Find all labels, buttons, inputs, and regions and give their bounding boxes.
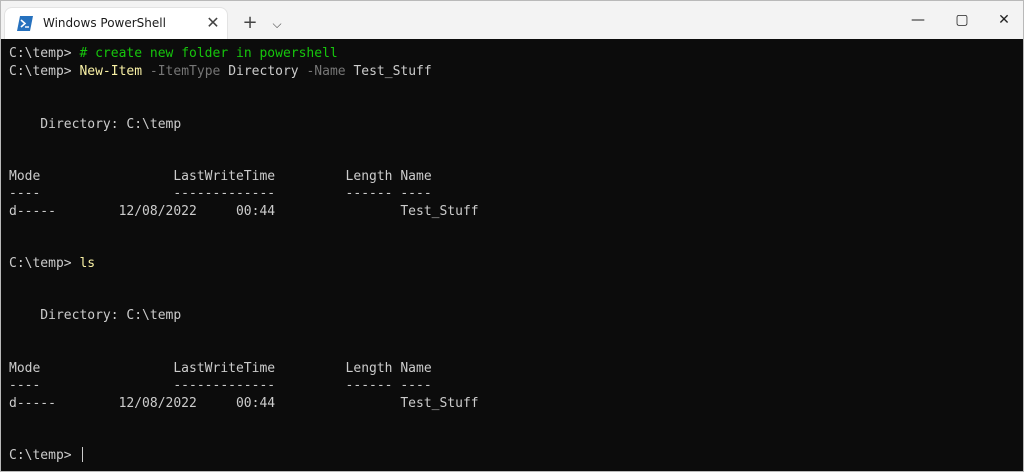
tab-dropdown-icon[interactable]: ⌵ bbox=[267, 13, 287, 35]
column-headers: Mode LastWriteTime Length Name bbox=[9, 361, 432, 376]
directory-header: Directory: C:\temp bbox=[9, 308, 182, 323]
column-separators: ---- ------------- ------ ---- bbox=[9, 186, 432, 201]
title-bar[interactable]: Windows PowerShell ✕ + ⌵ — ▢ ✕ bbox=[1, 1, 1023, 39]
comment-text: # create new folder in powershell bbox=[79, 46, 338, 61]
directory-header: Directory: C:\temp bbox=[9, 117, 182, 132]
new-tab-button[interactable]: + bbox=[239, 13, 261, 35]
terminal-line: C:\temp> ls bbox=[9, 255, 95, 272]
close-button[interactable]: ✕ bbox=[981, 1, 1023, 39]
powershell-window: Windows PowerShell ✕ + ⌵ — ▢ ✕ C:\temp> … bbox=[0, 0, 1024, 472]
argument-text: Test_Stuff bbox=[353, 64, 432, 79]
argument-text: Directory bbox=[228, 64, 299, 79]
column-headers: Mode LastWriteTime Length Name bbox=[9, 169, 432, 184]
directory-row: d----- 12/08/2022 00:44 Test_Stuff bbox=[9, 396, 479, 411]
prompt: C:\temp> bbox=[9, 448, 72, 463]
maximize-button[interactable]: ▢ bbox=[939, 1, 985, 39]
terminal-line: C:\temp> New-Item -ItemType Directory -N… bbox=[9, 63, 432, 80]
terminal-line: C:\temp> bbox=[9, 447, 84, 464]
tab-windows-powershell[interactable]: Windows PowerShell ✕ bbox=[5, 8, 227, 39]
prompt: C:\temp> bbox=[9, 256, 72, 271]
text-cursor bbox=[82, 447, 84, 462]
tab-title: Windows PowerShell bbox=[43, 16, 166, 30]
command-text: New-Item bbox=[79, 64, 143, 79]
terminal-output[interactable]: C:\temp> # create new folder in powershe… bbox=[1, 39, 1023, 471]
directory-row: d----- 12/08/2022 00:44 Test_Stuff bbox=[9, 204, 479, 219]
powershell-icon bbox=[17, 16, 33, 31]
parameter-text: -ItemType bbox=[149, 64, 221, 79]
column-separators: ---- ------------- ------ ---- bbox=[9, 378, 432, 393]
tab-close-icon[interactable]: ✕ bbox=[204, 14, 222, 32]
command-text: ls bbox=[79, 256, 96, 271]
parameter-text: -Name bbox=[306, 64, 346, 79]
prompt: C:\temp> bbox=[9, 64, 72, 79]
minimize-button[interactable]: — bbox=[895, 1, 941, 39]
prompt: C:\temp> bbox=[9, 46, 72, 61]
terminal-line: C:\temp> # create new folder in powershe… bbox=[9, 45, 338, 62]
